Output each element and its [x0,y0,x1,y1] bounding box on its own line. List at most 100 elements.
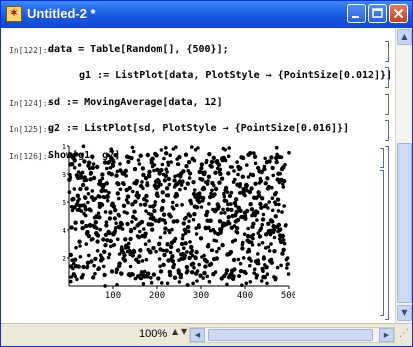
input-cell-code[interactable]: g1 := ListPlot[data, PlotStyle → {PointS… [79,70,392,81]
average-point [114,267,120,272]
average-point [128,229,134,234]
average-point [75,193,80,198]
cell-bracket[interactable] [380,170,384,316]
minimize-button[interactable] [347,4,366,23]
data-point [244,281,249,286]
average-point [90,165,95,170]
data-point [275,265,280,270]
cell-label: In[124]:= [9,99,53,108]
vertical-scrollbar[interactable]: ▲ ▼ [395,28,412,323]
scroll-up-button[interactable]: ▲ [397,29,412,45]
vertical-scrollbar-thumb[interactable] [397,143,412,303]
average-point [181,221,186,226]
data-point [165,281,170,286]
notebook-window: ✶ Untitled-2 * In[122]:= data = Table[Ra… [0,0,413,347]
average-point [71,272,76,277]
data-point [171,200,175,205]
average-point [218,171,223,177]
data-point [80,170,85,175]
average-point [163,226,168,231]
average-point [160,190,165,195]
y-tick-label: 0.2 [63,255,66,263]
average-point [184,164,189,169]
input-cell-code[interactable]: sd := MovingAverage[data, 12] [48,97,223,108]
data-point [227,146,231,150]
average-point [117,225,123,230]
average-point [158,247,163,252]
data-point [245,163,249,167]
average-point [102,272,107,278]
zoom-level[interactable]: 100% [139,328,167,340]
average-point [272,192,278,197]
data-point [164,146,168,150]
scroll-left-button[interactable]: ◀ [190,328,205,342]
input-cell-code[interactable]: data = Table[Random[], {500}]; [48,44,229,55]
average-point [165,193,171,198]
input-cell-code[interactable]: g2 := ListPlot[sd, PlotStyle → {PointSiz… [48,123,349,134]
average-point [172,178,177,183]
maximize-button[interactable] [368,4,387,23]
data-point [167,182,172,187]
data-point [207,279,212,284]
data-point [163,221,168,225]
average-point [209,159,215,165]
data-point [83,213,88,218]
average-point [80,220,85,225]
average-point [263,181,268,186]
average-point [205,244,211,249]
average-point [76,264,81,269]
data-point [84,242,88,246]
zoom-up-icon[interactable]: ▲ [172,327,178,336]
average-point [87,207,92,212]
data-point [281,185,286,189]
data-point [184,215,188,220]
average-point [269,155,274,160]
data-point [247,249,252,254]
resize-grip-icon[interactable]: ⋰ [397,328,411,344]
data-point [279,263,283,268]
average-point [227,193,233,198]
data-point [195,279,199,283]
data-point [246,226,250,231]
cell-bracket[interactable] [380,148,384,168]
data-point [67,190,72,194]
horizontal-scrollbar-thumb[interactable] [208,329,373,341]
data-point [238,261,243,266]
close-button[interactable] [389,4,408,23]
scroll-down-button[interactable]: ▼ [397,305,412,321]
average-point [155,167,160,172]
average-point [211,272,216,277]
data-point [112,160,116,164]
average-point [82,175,87,180]
average-point [258,201,263,207]
data-point [235,230,240,235]
data-point [77,163,82,167]
cell-bracket[interactable] [385,120,389,141]
average-point [124,243,129,248]
title-bar[interactable]: ✶ Untitled-2 * [1,1,412,28]
y-tick-label: 0.6 [63,199,66,207]
average-point [113,153,119,158]
average-point [249,207,255,212]
cell-bracket[interactable] [385,67,389,88]
data-point [180,203,184,207]
average-point [168,272,173,278]
cell-bracket[interactable] [385,41,389,62]
data-point [270,196,275,200]
data-point [178,187,182,192]
average-point [186,224,191,230]
data-point [259,279,264,283]
scroll-right-button[interactable]: ▶ [379,328,394,342]
data-point [124,174,128,178]
zoom-down-icon[interactable]: ▼ [181,327,187,336]
plot-graphics[interactable]: 100 200 300 400 500 0.2 0.4 0.6 0.8 1 [63,142,295,302]
average-point [234,209,239,215]
cell-bracket[interactable] [385,94,389,115]
average-point [223,185,229,191]
horizontal-scrollbar[interactable]: ◀ ▶ [189,327,395,343]
data-point [69,279,73,284]
average-point [79,275,84,280]
cell-bracket[interactable] [385,146,389,320]
data-point [103,284,107,288]
average-point [272,249,277,254]
